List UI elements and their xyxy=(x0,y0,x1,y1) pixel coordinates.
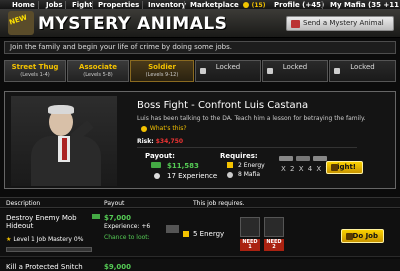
coin-icon xyxy=(243,2,250,8)
risk-text: Risk: xyxy=(137,138,154,145)
lock-icon xyxy=(334,68,340,74)
weapon-icon xyxy=(313,156,327,161)
help-icon xyxy=(141,125,147,132)
required-mafia: 8 Mafia xyxy=(238,171,261,178)
tab-soldier[interactable]: Soldier (Levels 9-12) xyxy=(130,60,194,82)
banner-title: MYSTERY ANIMALS xyxy=(38,14,228,34)
fight-button[interactable]: Fight! xyxy=(326,161,363,174)
whats-this-link[interactable]: What's this? xyxy=(141,125,187,132)
job-name: Destroy Enemy Mob Hideout xyxy=(6,214,77,230)
lock-icon xyxy=(200,68,206,74)
risk-value: $34,750 xyxy=(155,138,184,145)
boss-title: Boss Fight - Confront Luis Castana xyxy=(137,100,309,111)
job-name: Kill a Protected Snitch xyxy=(6,263,83,271)
do-job-label: Do Job xyxy=(352,232,378,240)
divider xyxy=(137,147,357,148)
need-badge: NEED 2 xyxy=(264,239,284,251)
job-mastery: ★ Level 1 Job Mastery 0% xyxy=(6,236,83,243)
nav-divider xyxy=(322,1,323,9)
gift-icon xyxy=(291,20,300,28)
fist-icon xyxy=(331,164,338,171)
tab-street-thug[interactable]: Street Thug (Levels 1-4) xyxy=(4,60,66,82)
job-cash: $7,000 xyxy=(104,214,132,222)
item-multipliers: X 2 X 4 X 2 xyxy=(281,165,331,173)
energy-icon xyxy=(183,231,189,237)
mastery-progress-bar xyxy=(6,247,92,252)
tab-locked-3: Locked xyxy=(329,60,396,82)
cash-icon xyxy=(151,162,161,168)
job-experience: Experience: +6 xyxy=(104,223,151,230)
experience-icon xyxy=(154,173,160,179)
mafia-icon xyxy=(227,172,233,178)
table-row: Kill a Protected Snitch $9,000 xyxy=(0,259,400,271)
info-bar: Join the family and begin your life of c… xyxy=(4,41,396,54)
nav-divider xyxy=(92,1,93,9)
need-count: 1 xyxy=(248,244,252,250)
marketplace-count: (15) xyxy=(251,2,266,9)
table-row: Destroy Enemy Mob Hideout ★ Level 1 Job … xyxy=(0,209,400,257)
nav-inventory[interactable]: Inventory xyxy=(148,0,186,10)
chance-to-loot: Chance to loot: xyxy=(104,234,150,241)
tab-associate[interactable]: Associate (Levels 5-8) xyxy=(67,60,129,82)
game-window: Home Jobs Fight Properties Inventory Mar… xyxy=(0,0,400,271)
tab-title: Street Thug xyxy=(11,63,59,71)
job-energy: 5 Energy xyxy=(193,230,225,238)
col-description: Description xyxy=(6,200,41,207)
tab-locked-2: Locked xyxy=(262,60,328,82)
required-energy: 2 Energy xyxy=(238,162,265,169)
nav-profile[interactable]: Profile (+45) xyxy=(274,0,324,10)
jobs-table-header: Description Payout This job requires. xyxy=(0,197,400,208)
boss-description: Luis has been talking to the DA. Teach h… xyxy=(137,115,366,122)
nav-divider xyxy=(184,1,185,9)
nav-divider xyxy=(65,1,66,9)
nav-marketplace[interactable]: Marketplace (15) xyxy=(190,0,265,10)
whats-this-label: What's this? xyxy=(149,125,187,132)
top-navigation: Home Jobs Fight Properties Inventory Mar… xyxy=(0,0,400,10)
tab-locked-1: Locked xyxy=(195,60,261,82)
tab-title: Soldier xyxy=(148,63,176,71)
nav-fight[interactable]: Fight xyxy=(72,0,93,10)
boss-fight-panel: Boss Fight - Confront Luis Castana Luis … xyxy=(4,91,396,189)
loot-item-icon xyxy=(166,225,179,233)
job-cash: $9,000 xyxy=(104,263,132,271)
fist-icon xyxy=(346,233,353,240)
mastery-label: Level 1 Job Mastery 0% xyxy=(13,236,84,243)
payout-header: Payout: xyxy=(145,152,175,160)
tab-title: Associate xyxy=(79,63,117,71)
tab-levels: (Levels 1-4) xyxy=(20,72,50,78)
weapon-icon xyxy=(240,217,260,237)
send-mystery-animal-button[interactable]: Send a Mystery Animal xyxy=(286,16,394,31)
car-icon xyxy=(296,156,310,161)
nav-properties[interactable]: Properties xyxy=(98,0,139,10)
nav-jobs[interactable]: Jobs xyxy=(46,0,63,10)
promo-banner: NEW MYSTERY ANIMALS Send a Mystery Anima… xyxy=(0,10,400,38)
col-payout: Payout xyxy=(104,200,125,207)
payout-cash: $11,583 xyxy=(167,162,199,170)
weapon-icon xyxy=(279,156,293,161)
nav-divider xyxy=(142,1,143,9)
do-job-button[interactable]: Do Job xyxy=(341,229,384,243)
requires-header: Requires: xyxy=(220,152,258,160)
energy-icon xyxy=(227,162,233,168)
star-icon: ★ xyxy=(6,236,12,243)
lock-icon xyxy=(267,68,273,74)
risk-label: Risk: $34,750 xyxy=(137,138,183,145)
send-button-label: Send a Mystery Animal xyxy=(303,19,384,27)
car-icon xyxy=(264,217,284,237)
job-tier-tabs: Street Thug (Levels 1-4) Associate (Leve… xyxy=(4,60,396,82)
nav-home[interactable]: Home xyxy=(12,0,35,10)
col-requires: This job requires. xyxy=(193,200,245,207)
cash-icon xyxy=(92,214,100,219)
tab-levels: (Levels 9-12) xyxy=(145,72,179,78)
payout-experience: 17 Experience xyxy=(167,172,218,180)
nav-divider xyxy=(38,1,39,9)
tab-levels: (Levels 5-8) xyxy=(83,72,113,78)
boss-portrait xyxy=(11,96,117,186)
nav-my-mafia[interactable]: My Mafia (35 +11 xyxy=(330,0,399,10)
marketplace-label: Marketplace xyxy=(190,1,239,9)
need-badge: NEED 1 xyxy=(240,239,260,251)
need-count: 2 xyxy=(272,244,276,250)
